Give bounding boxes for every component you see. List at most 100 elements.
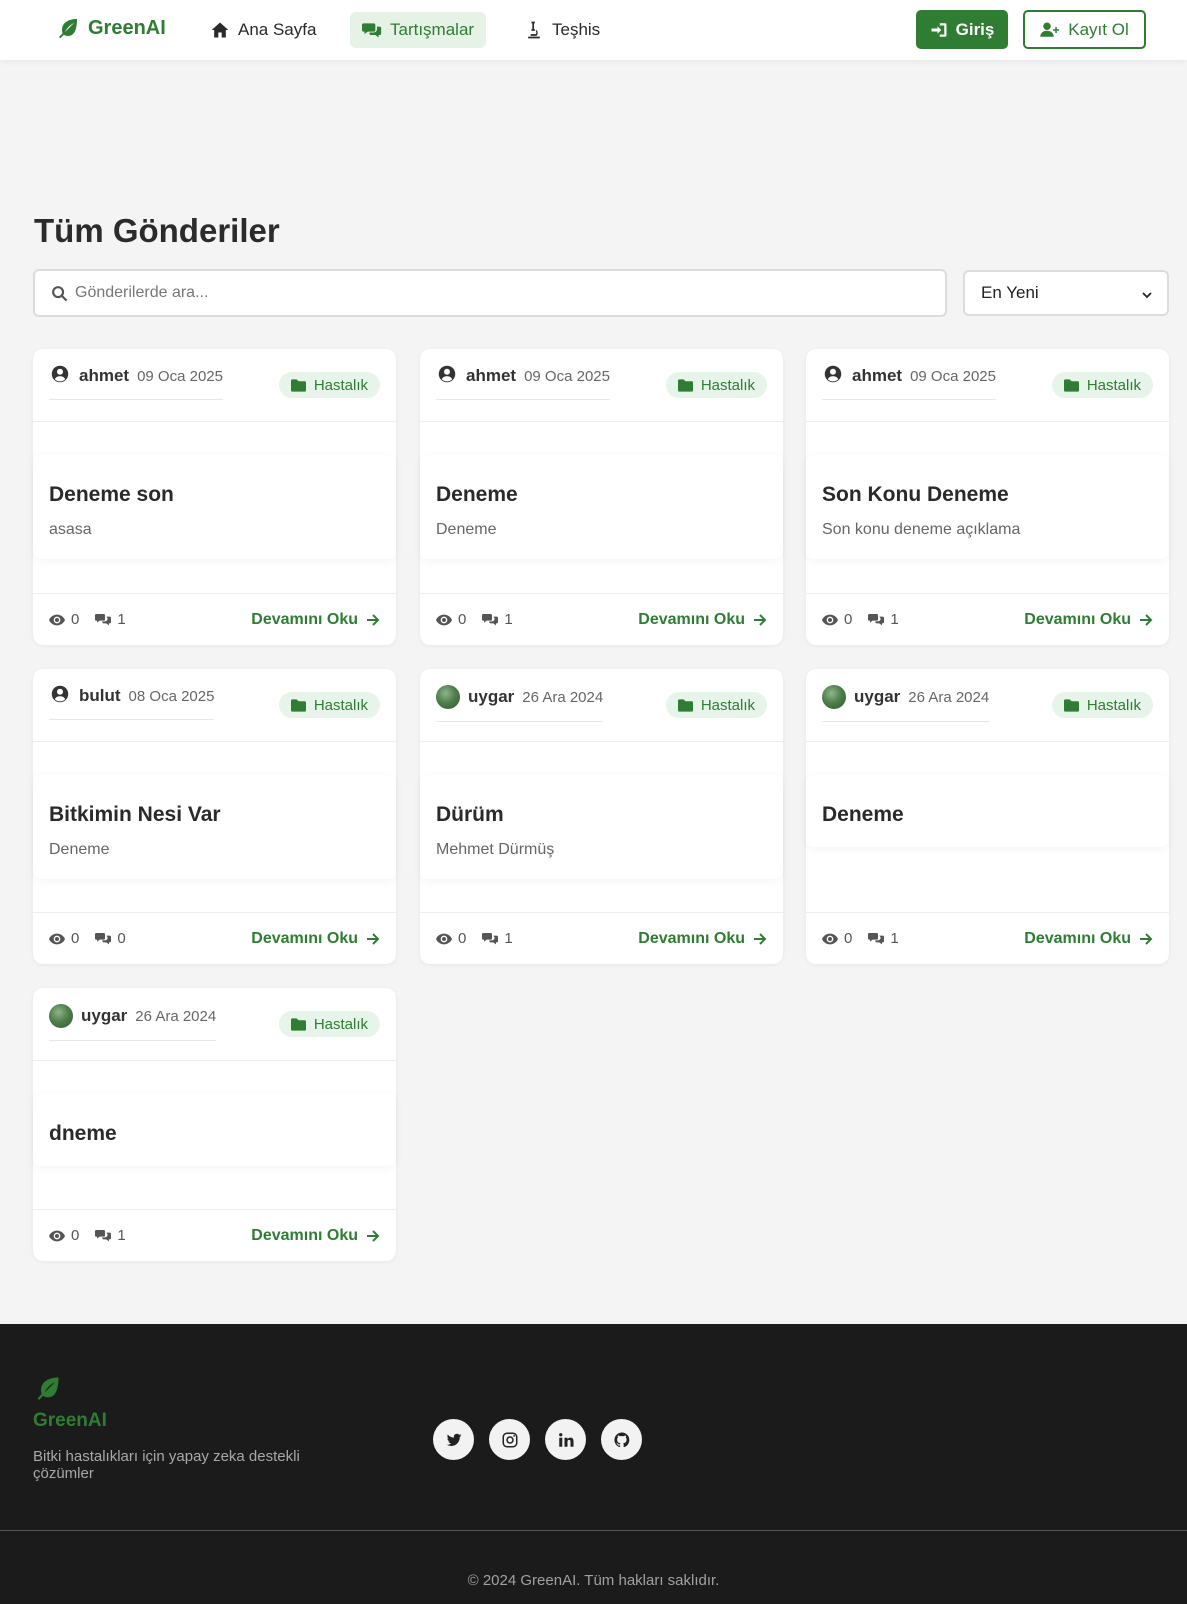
comment-count-value: 1 — [117, 611, 126, 628]
category-badge[interactable]: Hastalık — [665, 692, 767, 718]
linkedin-link[interactable] — [545, 1419, 586, 1460]
category-badge[interactable]: Hastalık — [665, 372, 767, 398]
category-badge[interactable]: Hastalık — [1051, 692, 1153, 718]
category-badge[interactable]: Hastalık — [278, 692, 380, 718]
arrow-right-icon — [754, 932, 767, 945]
comments-icon — [482, 613, 499, 625]
read-more-link[interactable]: Devamını Oku — [638, 930, 767, 948]
read-more-link[interactable]: Devamını Oku — [1024, 930, 1153, 948]
instagram-link[interactable] — [489, 1419, 530, 1460]
read-more-link[interactable]: Devamını Oku — [638, 611, 767, 629]
view-count-value: 0 — [458, 611, 467, 628]
arrow-right-icon — [754, 613, 767, 626]
footer-tagline: Bitki hastalıkları için yapay zeka deste… — [33, 1448, 300, 1482]
brand-name: GreenAI — [88, 16, 166, 39]
arrow-right-icon — [367, 932, 380, 945]
comments-icon — [95, 613, 112, 625]
github-icon — [613, 1431, 629, 1447]
avatar[interactable] — [822, 365, 844, 387]
post-card[interactable]: bulut 08 Oca 2025 Hastalık Bitkimin Nesi Va… — [33, 669, 396, 964]
post-card[interactable]: uygar 26 Ara 2024 Hastalık dneme 0 1 Devamını … — [33, 988, 396, 1261]
username[interactable]: bulut — [79, 686, 121, 706]
comments-icon — [868, 613, 885, 625]
post-title[interactable]: Deneme — [822, 803, 1153, 827]
brand-logo[interactable]: GreenAI — [56, 16, 166, 40]
card-header: ahmet 09 Oca 2025 Hastalık — [420, 349, 783, 422]
post-card[interactable]: ahmet 09 Oca 2025 Hastalık Deneme son asasa 0… — [33, 349, 396, 645]
comment-count: 1 — [868, 611, 899, 628]
search-box[interactable] — [33, 269, 947, 317]
avatar[interactable] — [436, 685, 460, 709]
comment-count-value: 1 — [504, 611, 513, 628]
nav-item-diagnosis[interactable]: Teşhis — [512, 12, 612, 48]
username[interactable]: uygar — [854, 687, 900, 707]
card-body[interactable]: Deneme son asasa — [33, 455, 396, 559]
post-title[interactable]: dneme — [49, 1122, 380, 1146]
post-card[interactable]: uygar 26 Ara 2024 Hastalık Deneme 0 1 Devamını… — [806, 669, 1169, 964]
folder-icon — [290, 1017, 306, 1031]
username[interactable]: uygar — [468, 687, 514, 707]
post-date: 09 Oca 2025 — [137, 367, 223, 385]
github-link[interactable] — [601, 1419, 642, 1460]
post-title[interactable]: Son Konu Deneme — [822, 483, 1153, 507]
post-author: bulut 08 Oca 2025 — [49, 685, 215, 720]
register-button[interactable]: Kayıt Ol — [1023, 10, 1146, 49]
card-body[interactable]: Deneme — [806, 775, 1169, 847]
category-label: Hastalık — [1086, 696, 1141, 714]
nav-label: Ana Sayfa — [238, 20, 317, 39]
nav-item-home[interactable]: Ana Sayfa — [198, 12, 328, 48]
card-body[interactable]: dneme — [33, 1094, 396, 1166]
card-body[interactable]: Dürüm Mehmet Dürmüş — [420, 775, 783, 879]
card-body[interactable]: Bitkimin Nesi Var Deneme — [33, 775, 396, 879]
search-icon — [52, 286, 68, 302]
avatar[interactable] — [49, 685, 71, 707]
post-date: 09 Oca 2025 — [910, 367, 996, 385]
post-title[interactable]: Deneme son — [49, 483, 380, 507]
card-body[interactable]: Deneme Deneme — [420, 455, 783, 559]
avatar[interactable] — [49, 1004, 73, 1028]
post-card[interactable]: ahmet 09 Oca 2025 Hastalık Son Konu Deneme S… — [806, 349, 1169, 645]
avatar[interactable] — [436, 365, 458, 387]
username[interactable]: ahmet — [852, 366, 902, 386]
card-header: uygar 26 Ara 2024 Hastalık — [420, 669, 783, 742]
read-more-link[interactable]: Devamını Oku — [251, 1227, 380, 1245]
post-card[interactable]: uygar 26 Ara 2024 Hastalık Dürüm Mehmet Dürm… — [420, 669, 783, 964]
post-title[interactable]: Dürüm — [436, 803, 767, 827]
login-button[interactable]: Giriş — [916, 10, 1008, 49]
card-footer: 0 1 Devamını Oku — [33, 1209, 396, 1261]
read-more-link[interactable]: Devamını Oku — [251, 611, 380, 629]
username[interactable]: ahmet — [466, 366, 516, 386]
linkedin-icon — [558, 1432, 573, 1447]
sort-select[interactable]: En Yeni — [963, 270, 1169, 316]
nav-item-discussions[interactable]: Tartışmalar — [350, 12, 487, 48]
comment-count-value: 1 — [890, 930, 899, 947]
card-header: bulut 08 Oca 2025 Hastalık — [33, 669, 396, 742]
category-badge[interactable]: Hastalık — [1051, 372, 1153, 398]
category-badge[interactable]: Hastalık — [278, 372, 380, 398]
post-title[interactable]: Deneme — [436, 483, 767, 507]
view-count: 0 — [822, 930, 852, 947]
card-body[interactable]: Son Konu Deneme Son konu deneme açıklama — [806, 455, 1169, 559]
login-label: Giriş — [955, 19, 995, 39]
leaf-icon — [59, 19, 77, 39]
comment-count-value: 0 — [117, 930, 126, 947]
read-more-label: Devamını Oku — [251, 610, 358, 628]
avatar[interactable] — [49, 365, 71, 387]
folder-icon — [677, 378, 693, 392]
avatar[interactable] — [822, 685, 846, 709]
eye-icon — [49, 933, 65, 944]
twitter-link[interactable] — [433, 1419, 474, 1460]
view-count: 0 — [49, 1227, 79, 1244]
read-more-link[interactable]: Devamını Oku — [251, 930, 380, 948]
read-more-link[interactable]: Devamını Oku — [1024, 611, 1153, 629]
twitter-icon — [446, 1433, 461, 1446]
post-card[interactable]: ahmet 09 Oca 2025 Hastalık Deneme Deneme 0 1 De… — [420, 349, 783, 645]
folder-icon — [290, 378, 306, 392]
post-date: 26 Ara 2024 — [135, 1007, 217, 1025]
username[interactable]: ahmet — [79, 366, 129, 386]
view-count: 0 — [49, 611, 79, 628]
category-badge[interactable]: Hastalık — [278, 1011, 380, 1037]
post-title[interactable]: Bitkimin Nesi Var — [49, 803, 380, 827]
username[interactable]: uygar — [81, 1006, 127, 1026]
search-input[interactable] — [75, 271, 935, 315]
